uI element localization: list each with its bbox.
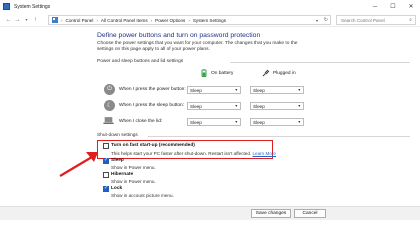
cancel-button[interactable]: Cancel <box>294 209 326 218</box>
footer-bar: Save changes Cancel <box>0 206 420 220</box>
save-changes-button[interactable]: Save changes <box>251 209 291 218</box>
annotation-arrow-icon <box>59 152 98 177</box>
